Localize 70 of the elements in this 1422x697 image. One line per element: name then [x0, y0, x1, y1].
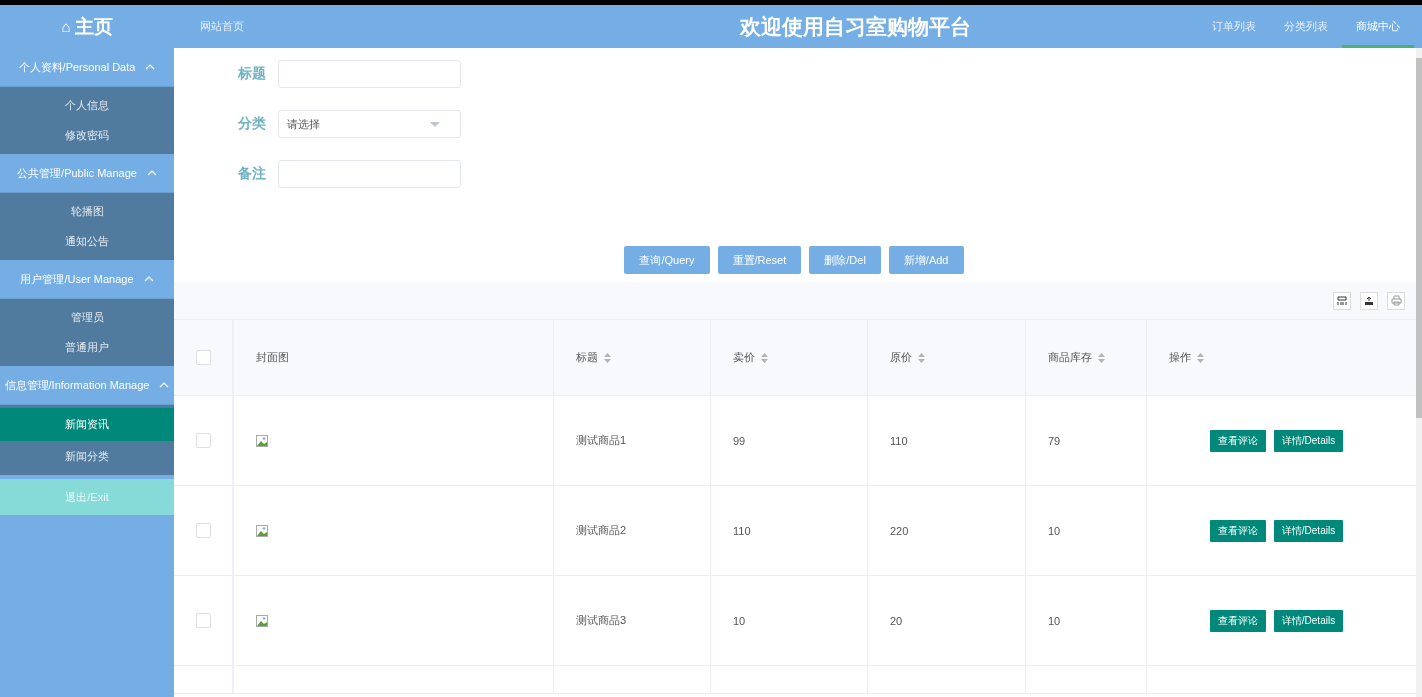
table-cell: 10 [1048, 524, 1061, 537]
welcome-title: 欢迎使用自习室购物平台 [739, 13, 971, 40]
action-button[interactable]: 查询/Query [624, 246, 710, 274]
menu-item[interactable]: 管理员 [0, 302, 174, 332]
table-cell: 测试商品3 [576, 613, 627, 628]
row-action-button[interactable]: 查看评论 [1209, 429, 1266, 452]
nav-tab[interactable]: 订单列表 [1198, 5, 1270, 48]
broken-image-icon [256, 524, 268, 537]
row-action-button[interactable]: 详情/Details [1273, 609, 1344, 632]
sort-icon[interactable] [1098, 352, 1105, 363]
menu-item[interactable]: 新闻资讯 [0, 408, 174, 441]
nav-tab[interactable]: 商城中心 [1342, 5, 1414, 48]
action-button[interactable]: 删除/Del [809, 246, 881, 274]
field-label: 分类 [238, 115, 267, 133]
broken-image-icon [256, 434, 268, 447]
category-select[interactable]: 请选择 [278, 110, 461, 138]
column-header: 商品库存 [1048, 350, 1092, 365]
menu-item[interactable]: 轮播图 [0, 196, 174, 226]
field-label: 标题 [238, 65, 267, 83]
chevron-icon [143, 276, 154, 282]
select-all-checkbox[interactable] [195, 350, 211, 365]
action-button[interactable]: 新增/Add [888, 246, 964, 274]
sort-icon[interactable] [1197, 352, 1204, 363]
table-cell: 20 [890, 614, 903, 627]
row-checkbox[interactable] [195, 613, 211, 628]
export-icon[interactable] [1360, 291, 1378, 310]
sort-icon[interactable] [604, 352, 611, 363]
row-checkbox[interactable] [195, 433, 211, 448]
chevron-icon [159, 382, 170, 388]
menu-item[interactable]: 普通用户 [0, 332, 174, 362]
menu-item[interactable]: 通知公告 [0, 226, 174, 256]
table-cell: 99 [733, 434, 746, 447]
print-icon[interactable] [1387, 291, 1405, 310]
input-field[interactable] [278, 160, 461, 188]
column-header: 原价 [890, 350, 912, 365]
chevron-icon [145, 64, 156, 70]
action-button[interactable]: 重置/Reset [717, 246, 802, 274]
field-label: 备注 [238, 165, 267, 183]
table-cell: 220 [890, 524, 909, 537]
dropdown-icon [430, 121, 440, 127]
table-cell: 测试商品2 [576, 523, 627, 538]
scrollbar-thumb[interactable] [1416, 58, 1422, 418]
input-field[interactable] [278, 60, 461, 88]
column-header: 封面图 [256, 350, 289, 365]
table-cell: 10 [1048, 614, 1061, 627]
table-cell: 10 [733, 614, 746, 627]
row-action-button[interactable]: 查看评论 [1209, 519, 1266, 542]
row-checkbox[interactable] [195, 523, 211, 538]
sort-icon[interactable] [761, 352, 768, 363]
menu-item[interactable]: 个人信息 [0, 90, 174, 120]
nav-tab[interactable]: 分类列表 [1270, 5, 1342, 48]
menu-item[interactable]: 新闻分类 [0, 441, 174, 471]
row-action-button[interactable]: 详情/Details [1273, 519, 1344, 542]
table-cell: 110 [733, 524, 751, 537]
table-cell: 110 [890, 434, 908, 447]
table-cell: 79 [1048, 434, 1061, 447]
columns-icon[interactable] [1333, 291, 1351, 310]
row-action-button[interactable]: 查看评论 [1209, 609, 1266, 632]
broken-image-icon [256, 614, 268, 627]
home-title[interactable]: 主页 [74, 13, 113, 40]
site-home-link[interactable]: 网站首页 [200, 19, 244, 34]
column-header: 操作 [1169, 350, 1191, 365]
sort-icon[interactable] [918, 352, 925, 363]
column-header: 卖价 [733, 350, 755, 365]
chevron-icon [146, 170, 157, 176]
column-header: 标题 [576, 350, 598, 365]
table-cell: 测试商品1 [576, 433, 627, 448]
home-icon: ⌂ [61, 18, 71, 35]
row-action-button[interactable]: 详情/Details [1273, 429, 1344, 452]
menu-item[interactable]: 修改密码 [0, 120, 174, 150]
